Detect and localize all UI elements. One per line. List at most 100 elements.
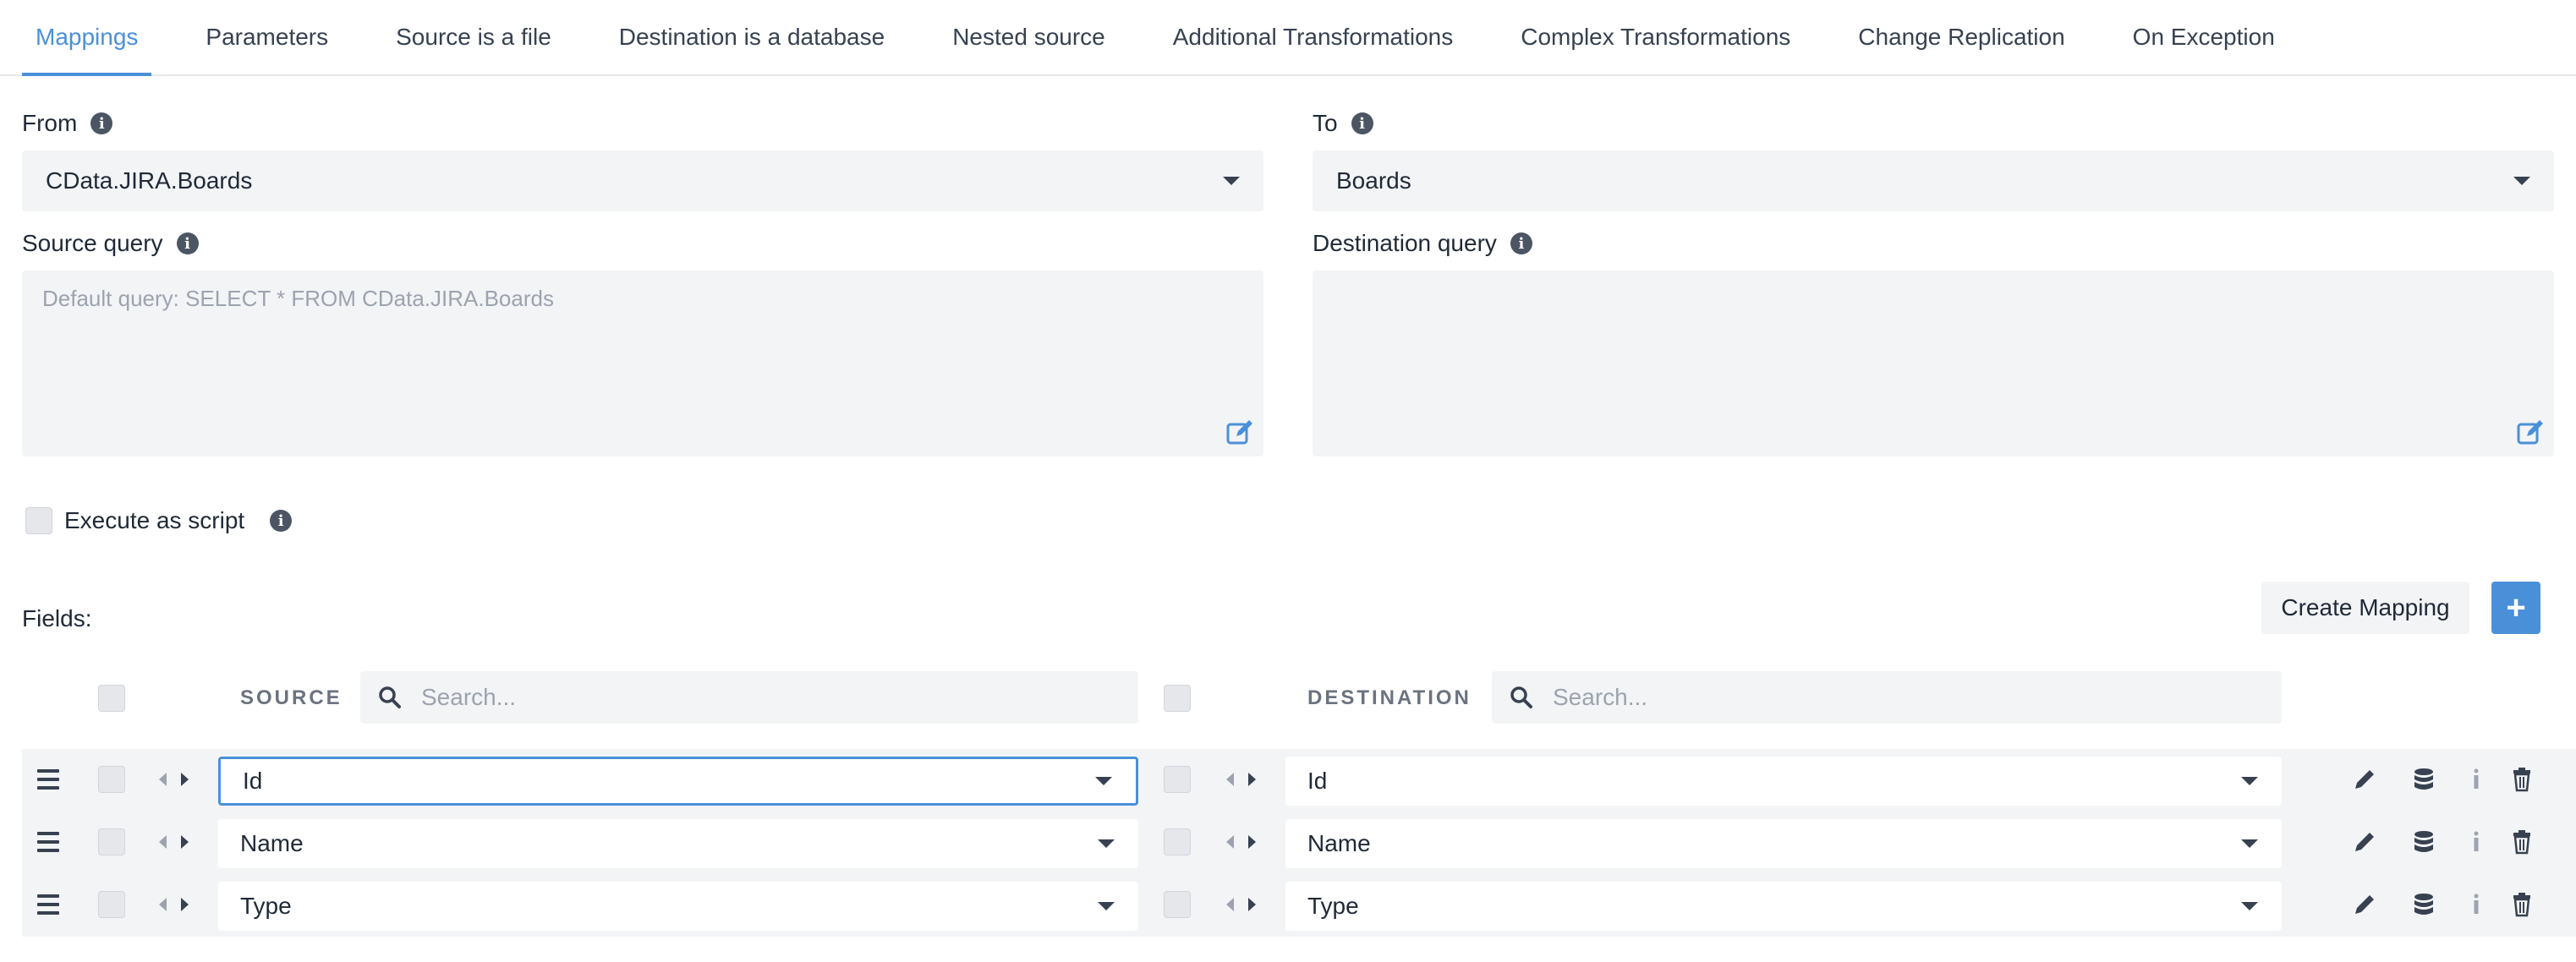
arrow-left-icon[interactable] — [1226, 898, 1234, 911]
select-all-destination-checkbox[interactable] — [1164, 685, 1191, 712]
arrow-left-icon[interactable] — [159, 773, 167, 786]
tab-source-is-a-file[interactable]: Source is a file — [382, 0, 565, 74]
info-icon[interactable]: i — [1510, 232, 1532, 254]
source-header: SOURCE — [240, 686, 343, 709]
destination-field-value: Id — [1307, 768, 1328, 794]
tab-nested-source[interactable]: Nested source — [939, 0, 1119, 74]
destination-arrows[interactable] — [1226, 896, 1260, 913]
info-icon[interactable] — [2463, 891, 2490, 918]
source-query-input[interactable]: Default query: SELECT * FROM CData.JIRA.… — [22, 271, 1263, 456]
pencil-icon[interactable] — [2351, 828, 2378, 855]
trash-icon[interactable] — [2508, 828, 2535, 855]
destination-search-placeholder: Search... — [1553, 684, 1648, 710]
arrow-right-icon[interactable] — [181, 773, 189, 786]
search-icon — [1510, 686, 1532, 708]
chevron-down-icon — [2513, 177, 2530, 185]
chevron-down-icon — [2241, 839, 2258, 848]
info-icon[interactable] — [2463, 766, 2490, 793]
row-source-checkbox[interactable] — [98, 891, 125, 918]
create-mapping-button[interactable]: Create Mapping — [2261, 582, 2469, 634]
info-icon[interactable]: i — [270, 510, 293, 532]
chevron-down-icon — [1223, 177, 1240, 185]
search-icon — [379, 686, 401, 708]
execute-as-script-text: Execute as script — [64, 507, 245, 533]
drag-handle-icon[interactable] — [37, 832, 59, 852]
from-select[interactable]: CData.JIRA.Boards — [22, 150, 1263, 211]
source-arrows[interactable] — [159, 771, 193, 788]
to-select-value: Boards — [1336, 167, 1411, 194]
database-icon[interactable] — [2410, 828, 2437, 855]
source-query-label-text: Source query — [22, 230, 163, 256]
execute-as-script-label: Execute as script i — [64, 507, 293, 534]
arrow-left-icon[interactable] — [1226, 773, 1234, 786]
arrow-left-icon[interactable] — [159, 835, 167, 849]
pencil-icon[interactable] — [2351, 766, 2378, 793]
source-field-select[interactable]: Id — [218, 757, 1138, 806]
destination-query-label: Destination query i — [1313, 230, 1532, 257]
source-field-value: Name — [240, 830, 304, 856]
trash-icon[interactable] — [2508, 766, 2535, 793]
destination-search-input[interactable]: Search... — [1492, 671, 2282, 724]
pencil-icon[interactable] — [2351, 891, 2378, 918]
edit-icon[interactable] — [2515, 418, 2546, 448]
source-field-select[interactable]: Type — [218, 882, 1138, 931]
arrow-left-icon[interactable] — [1226, 835, 1234, 849]
arrow-right-icon[interactable] — [1248, 835, 1256, 849]
row-destination-checkbox[interactable] — [1164, 891, 1191, 918]
arrow-right-icon[interactable] — [181, 898, 189, 911]
database-icon[interactable] — [2410, 766, 2437, 793]
chevron-down-icon — [1095, 777, 1112, 785]
source-query-label: Source query i — [22, 230, 199, 257]
source-field-value: Id — [243, 768, 263, 794]
row-destination-checkbox[interactable] — [1164, 828, 1191, 855]
info-icon[interactable]: i — [90, 112, 113, 134]
destination-header: DESTINATION — [1307, 686, 1472, 709]
chevron-down-icon — [1098, 839, 1115, 848]
database-icon[interactable] — [2410, 891, 2437, 918]
add-mapping-button[interactable]: + — [2491, 582, 2540, 634]
to-select[interactable]: Boards — [1313, 150, 2554, 211]
destination-field-select[interactable]: Type — [1285, 882, 2282, 931]
row-destination-checkbox[interactable] — [1164, 766, 1191, 793]
table-row: Id Id — [22, 749, 2576, 812]
row-source-checkbox[interactable] — [98, 766, 125, 793]
source-search-placeholder: Search... — [421, 684, 517, 710]
row-source-checkbox[interactable] — [98, 828, 125, 855]
trash-icon[interactable] — [2508, 891, 2535, 918]
execute-as-script-checkbox[interactable] — [25, 507, 52, 534]
destination-field-select[interactable]: Name — [1285, 819, 2282, 868]
destination-query-label-text: Destination query — [1313, 230, 1497, 256]
table-row: Name Name — [22, 812, 2576, 874]
info-icon[interactable]: i — [176, 232, 199, 254]
arrow-right-icon[interactable] — [1248, 773, 1256, 786]
destination-query-input[interactable] — [1313, 271, 2554, 456]
arrow-right-icon[interactable] — [181, 835, 189, 849]
tab-change-replication[interactable]: Change Replication — [1844, 0, 2078, 74]
chevron-down-icon — [1098, 902, 1115, 910]
destination-field-select[interactable]: Id — [1285, 757, 2282, 806]
drag-handle-icon[interactable] — [37, 769, 59, 790]
edit-icon[interactable] — [1225, 418, 1255, 448]
arrow-left-icon[interactable] — [159, 898, 167, 911]
source-arrows[interactable] — [159, 896, 193, 913]
select-all-source-checkbox[interactable] — [98, 685, 125, 712]
tab-complex-transformations[interactable]: Complex Transformations — [1507, 0, 1804, 74]
drag-handle-icon[interactable] — [37, 894, 59, 915]
source-field-select[interactable]: Name — [218, 819, 1138, 868]
chevron-down-icon — [2241, 777, 2258, 785]
tab-on-exception[interactable]: On Exception — [2119, 0, 2288, 74]
info-icon[interactable]: i — [1351, 112, 1373, 134]
table-row: Type Type — [22, 874, 2576, 937]
source-search-input[interactable]: Search... — [360, 671, 1138, 724]
tab-mappings[interactable]: Mappings — [22, 0, 152, 76]
tab-destination-is-a-database[interactable]: Destination is a database — [606, 0, 898, 74]
destination-arrows[interactable] — [1226, 834, 1260, 850]
info-icon[interactable] — [2463, 828, 2490, 855]
source-arrows[interactable] — [159, 834, 193, 850]
to-label: To i — [1313, 110, 1373, 137]
tab-additional-transformations[interactable]: Additional Transformations — [1159, 0, 1467, 74]
destination-arrows[interactable] — [1226, 771, 1260, 788]
arrow-right-icon[interactable] — [1248, 898, 1256, 911]
tab-parameters[interactable]: Parameters — [192, 0, 342, 74]
fields-label: Fields: — [22, 605, 92, 631]
